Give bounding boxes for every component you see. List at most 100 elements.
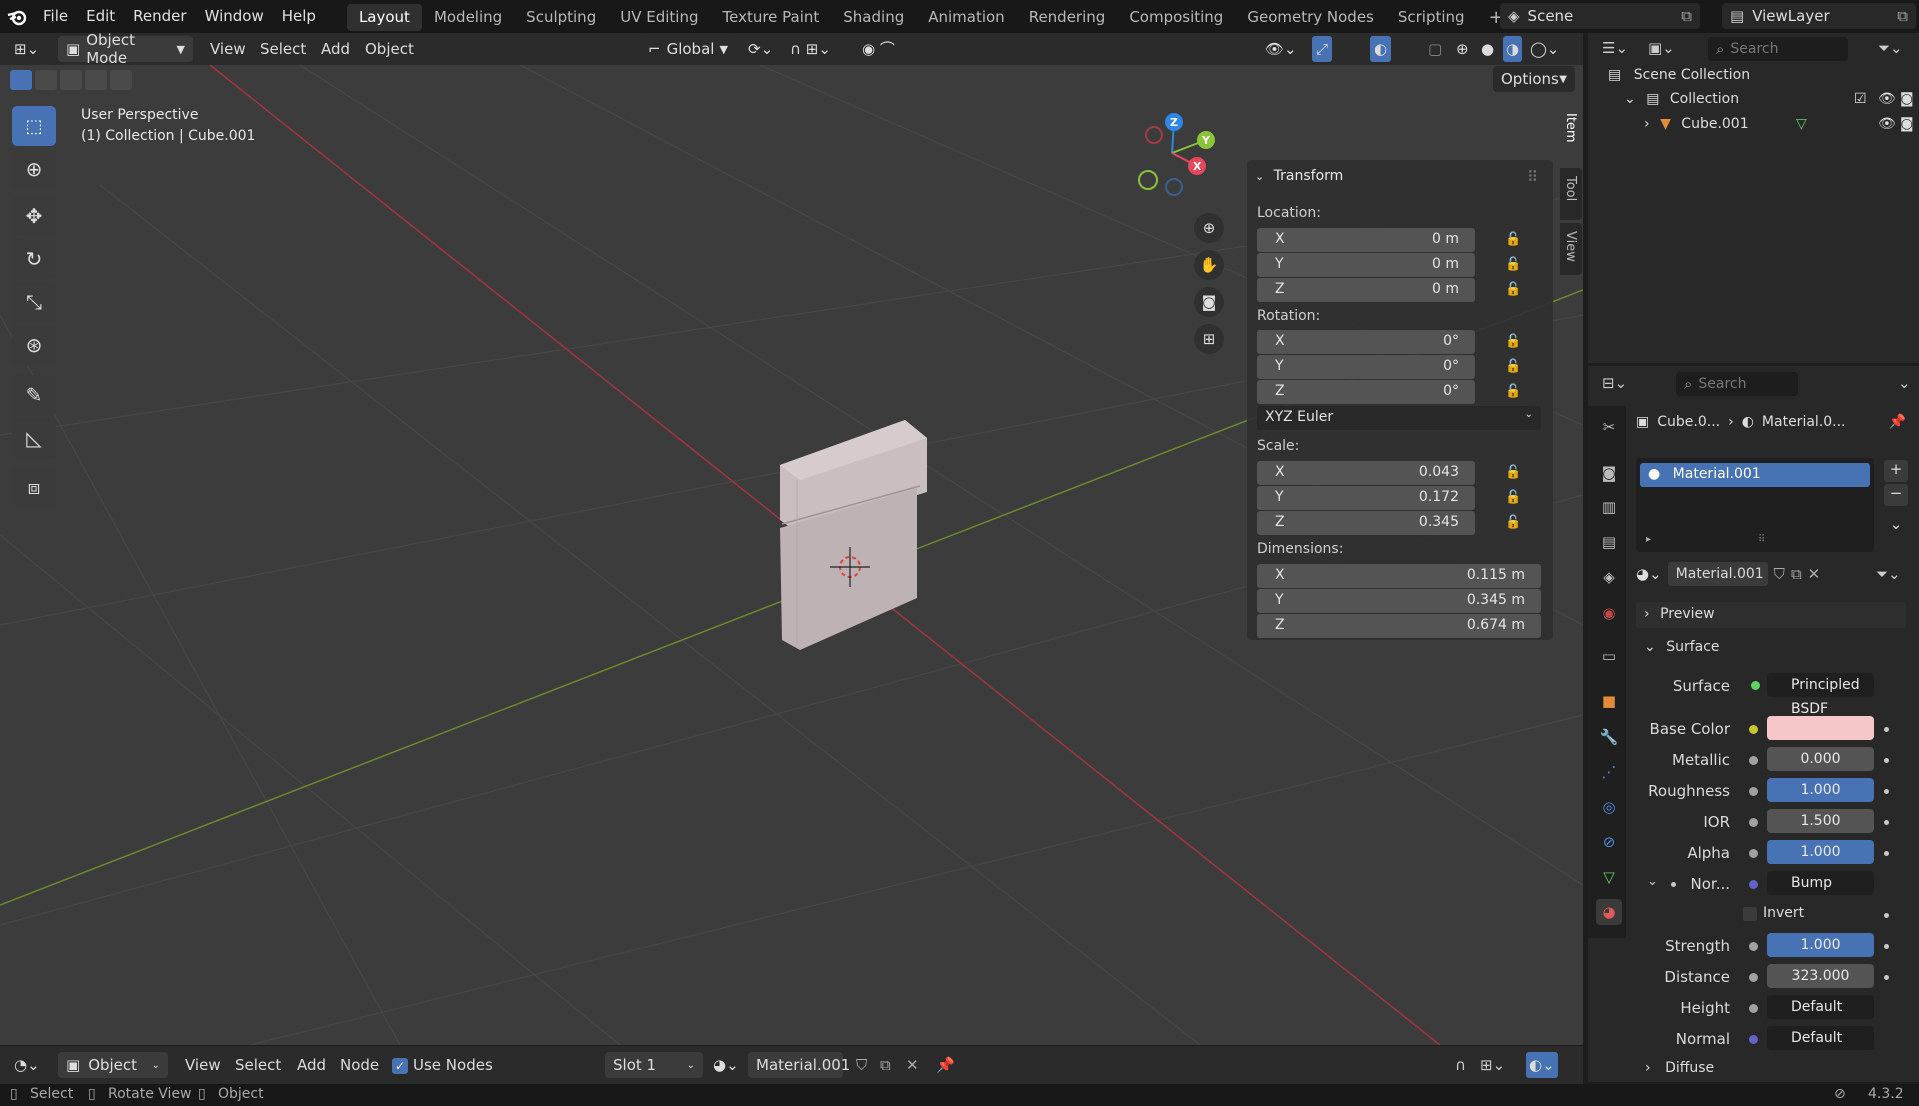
remove-slot-button[interactable]: − [1884,484,1908,506]
viewlayer-selector[interactable]: ▤ ViewLayer ⧉ [1722,3,1916,29]
dimensions-z-field[interactable]: Z 0.674 m [1257,614,1541,638]
orientation-selector[interactable]: ⌐ Global ▼ [640,36,736,62]
eye-icon[interactable]: 👁 [1878,116,1896,132]
transform-header[interactable]: ⌄ Transform [1255,168,1343,184]
material-slot-item[interactable]: ● Material.001 [1640,463,1870,487]
outliner-search-input[interactable]: ⌕ Search [1708,37,1848,61]
xray-icon[interactable]: ▢ [1428,36,1442,62]
keyframe-dot-icon[interactable] [1884,727,1889,732]
proportional-edit-icon[interactable]: ◉ ⌒ [862,36,895,62]
overlays-icon[interactable]: ◐ [1370,36,1392,62]
eye-icon[interactable]: 👁 [1878,91,1896,107]
drag-handle-icon[interactable]: ⠿ [1527,168,1538,186]
diffuse-panel-header[interactable]: › Diffuse [1645,1060,1714,1076]
visibility-icon[interactable]: 👁⌄ [1265,36,1297,62]
ior-field[interactable]: 1.500 [1767,809,1874,833]
invert-checkbox[interactable] [1743,907,1757,921]
roughness-field[interactable]: 1.000 [1767,778,1874,802]
dimensions-y-field[interactable]: Y 0.345 m [1257,589,1541,613]
shading-solid-icon[interactable]: ● [1481,36,1494,62]
tab-view[interactable]: View [1560,223,1582,275]
location-z-field[interactable]: Z 0 m [1257,278,1475,302]
outliner-row-cube[interactable]: › ▼ Cube.001 ▽ 👁 ◙ [1644,116,1914,132]
ortho-grid-icon[interactable]: ⊞ [1194,324,1224,354]
transform-tool[interactable]: ⊛ [12,325,56,365]
zoom-icon[interactable]: ⊕ [1194,213,1224,243]
3d-viewport[interactable]: User Perspective (1) Collection | Cube.0… [0,65,1583,1045]
menu-add[interactable]: Add [297,1052,326,1078]
menu-object[interactable]: Object [365,36,414,62]
menu-select[interactable]: Select [235,1052,281,1078]
chevron-down-icon[interactable]: ⌄ [1898,374,1911,392]
menu-file[interactable]: File [34,0,77,33]
scale-x-field[interactable]: X 0.043 [1257,461,1475,485]
base-color-swatch[interactable] [1767,716,1874,740]
tab-animation[interactable]: Animation [916,4,1016,31]
rotation-mode-dropdown[interactable]: XYZ Euler ⌄ [1257,406,1541,430]
pan-hand-icon[interactable]: ✋ [1194,250,1224,280]
menu-window[interactable]: Window [196,0,273,33]
lock-icon[interactable]: 🔓 [1505,515,1521,530]
add-cube-tool[interactable]: ⧈ [12,467,56,507]
use-nodes-checkbox[interactable]: ✓ [392,1058,408,1074]
select-new-icon[interactable] [10,70,32,90]
material-browse-icon[interactable]: ◕⌄ [713,1052,739,1078]
fake-user-icon[interactable]: ⛉ [1774,565,1785,583]
expand-icon[interactable]: ▸ [1646,534,1651,545]
properties-search-input[interactable]: ⌕ Search [1676,372,1798,396]
select-subtract-icon[interactable] [60,70,82,90]
tab-sculpting[interactable]: Sculpting [514,4,608,31]
camera-icon[interactable]: ◙ [1900,91,1914,107]
rotate-tool[interactable]: ↻ [12,239,56,279]
tab-modeling[interactable]: Modeling [422,4,514,31]
world-properties-icon[interactable]: ◉ [1596,600,1622,626]
keyframe-dot-icon[interactable] [1884,913,1889,918]
camera-icon[interactable]: ◙ [1900,116,1914,132]
lock-icon[interactable]: 🔓 [1505,465,1521,480]
unlink-icon[interactable]: ✕ [906,1052,919,1078]
editor-type-icon[interactable]: ⊟⌄ [1602,374,1627,392]
metallic-field[interactable]: 0.000 [1767,747,1874,771]
material-datablock[interactable]: ◕⌄ Material.001 ⛉ ⧉ ✕ [1636,561,1886,587]
tab-compositing[interactable]: Compositing [1117,4,1235,31]
resize-handle-icon[interactable]: ⠿ [1758,534,1765,545]
scale-tool[interactable]: ⤡ [12,282,56,322]
shader-type-selector[interactable]: ▣ Object ⌄ [58,1052,168,1078]
rotation-y-field[interactable]: Y 0° [1257,355,1475,379]
scale-y-field[interactable]: Y 0.172 [1257,486,1475,510]
material-properties-icon[interactable]: ◕ [1596,899,1622,925]
editor-type-icon[interactable]: ☰⌄ [1602,39,1628,57]
mode-selector[interactable]: ▣ Object Mode ▼ [58,31,193,67]
tab-layout[interactable]: Layout [346,4,422,31]
menu-edit[interactable]: Edit [77,0,124,33]
rotation-x-field[interactable]: X 0° [1257,330,1475,354]
pivot-icon[interactable]: ⟳⌄ [748,36,773,62]
cube-object[interactable] [770,420,970,720]
pin-icon[interactable]: 📌 [1889,414,1906,430]
scale-z-field[interactable]: Z 0.345 [1257,511,1475,535]
select-extend-icon[interactable] [35,70,57,90]
dimensions-x-field[interactable]: X 0.115 m [1257,564,1541,588]
checkbox-icon[interactable]: ☑ [1854,91,1867,107]
keyframe-dot-icon[interactable] [1884,944,1889,949]
collection-properties-icon[interactable]: ▭ [1596,643,1622,669]
scene-properties-icon[interactable]: ◈ [1596,564,1622,590]
duplicate-icon[interactable]: ⧉ [880,1052,891,1078]
menu-add[interactable]: Add [321,36,350,62]
normal-bump-field[interactable]: Bump [1767,871,1874,895]
distance-field[interactable]: 323.000 [1767,964,1874,988]
add-slot-button[interactable]: + [1884,460,1908,482]
camera-view-icon[interactable]: ◙ [1194,287,1224,317]
lock-icon[interactable]: 🔓 [1505,384,1521,399]
lock-icon[interactable]: 🔓 [1505,334,1521,349]
unlink-icon[interactable]: ✕ [1808,565,1821,583]
gizmo-toggle-icon[interactable]: ⤢ [1312,36,1333,62]
slot-selector[interactable]: Slot 1 ⌄ [605,1052,703,1078]
menu-select[interactable]: Select [260,36,306,62]
overlays-icon[interactable]: ◐⌄ [1526,1052,1558,1078]
blender-logo-icon[interactable] [0,0,34,33]
select-intersect-icon[interactable] [110,70,132,90]
keyframe-dot-icon[interactable] [1884,758,1889,763]
fake-user-icon[interactable]: ⛉ [856,1052,867,1078]
breadcrumb-material[interactable]: Material.0... [1762,414,1846,430]
